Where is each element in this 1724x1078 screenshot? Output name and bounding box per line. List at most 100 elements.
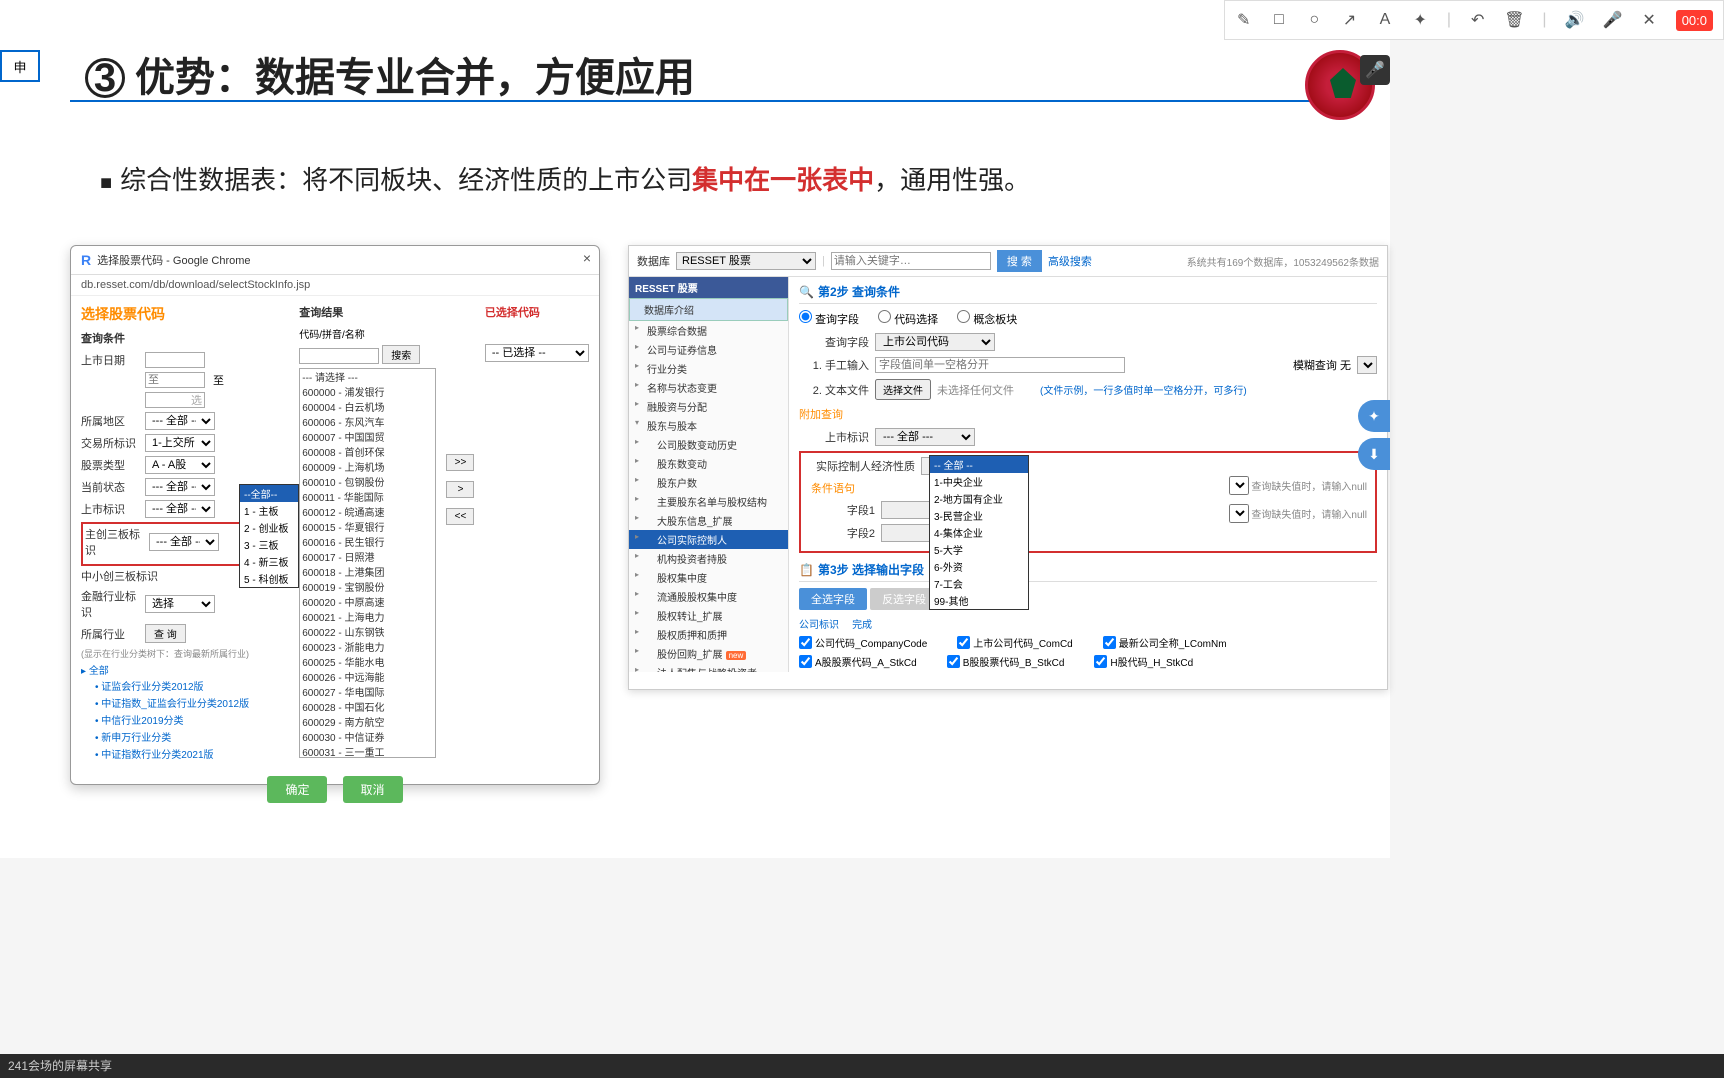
tree-node[interactable]: 股东数变动 — [629, 454, 788, 473]
trash-icon[interactable]: 🗑 — [1504, 10, 1524, 30]
tree-item[interactable]: • 中信行业2019分类 — [81, 711, 289, 728]
square-icon[interactable]: □ — [1270, 10, 1287, 30]
qfield-select[interactable]: 上市公司代码 — [875, 333, 995, 351]
keyword-input[interactable] — [831, 252, 991, 270]
tree-node[interactable]: 股东与股本 — [629, 416, 788, 435]
board-select[interactable]: --- 全部 --- — [149, 533, 219, 551]
ok-button[interactable]: 确定 — [267, 776, 327, 803]
output-checkbox[interactable]: 公司代码_CompanyCode — [799, 635, 927, 650]
mic-muted-icon[interactable]: 🎤 — [1602, 10, 1622, 30]
side-btn-2[interactable]: ⬇ — [1358, 438, 1390, 470]
stock-item[interactable]: 600018 - 上港集团 — [300, 564, 435, 579]
stock-list[interactable]: --- 请选择 ---600000 - 浦发银行600004 - 白云机场600… — [299, 368, 436, 758]
stock-item[interactable]: 600028 - 中国石化 — [300, 699, 435, 714]
stock-item[interactable]: 600016 - 民生银行 — [300, 534, 435, 549]
move-one-button[interactable]: > — [446, 481, 474, 498]
select-all-button[interactable]: 全选字段 — [799, 588, 867, 610]
tree-item[interactable]: • 中证指数_证监会行业分类2012版 — [81, 694, 289, 711]
tree-node[interactable]: 公司与证券信息 — [629, 340, 788, 359]
stock-item[interactable]: 600015 - 华夏银行 — [300, 519, 435, 534]
stock-item[interactable]: 600007 - 中国国贸 — [300, 429, 435, 444]
adv-search-link[interactable]: 高级搜索 — [1048, 253, 1092, 269]
selected-list[interactable]: -- 已选择 -- — [485, 344, 589, 362]
cancel-button[interactable]: 取消 — [343, 776, 403, 803]
nav-tree[interactable]: RESSET 股票 数据库介绍 股票综合数据公司与证券信息行业分类名称与状态变更… — [629, 277, 789, 672]
board-dropdown[interactable]: --全部--1 - 主板2 - 创业板3 - 三板4 - 新三板5 - 科创板 — [239, 484, 299, 588]
tree-node[interactable]: 融股资与分配 — [629, 397, 788, 416]
date-extra[interactable] — [145, 392, 205, 408]
choose-file-button[interactable]: 选择文件 — [875, 379, 931, 400]
tree-item[interactable]: • 证监会行业分类2012版 — [81, 677, 289, 694]
date-from[interactable] — [145, 352, 205, 368]
null2-select[interactable] — [1229, 504, 1249, 523]
list-select[interactable]: --- 全部 --- — [145, 500, 215, 518]
stock-item[interactable]: 600004 - 白云机场 — [300, 399, 435, 414]
stock-item[interactable]: 600025 - 华能水电 — [300, 654, 435, 669]
undo-icon[interactable]: ↶ — [1469, 10, 1486, 30]
stock-item[interactable]: 600019 - 宝钢股份 — [300, 579, 435, 594]
fuzzy-select[interactable] — [1357, 356, 1377, 374]
stock-item[interactable]: 600031 - 三一重工 — [300, 744, 435, 758]
stock-item[interactable]: 600021 - 上海电力 — [300, 609, 435, 624]
output-checkbox[interactable]: B股股票代码_B_StkCd — [947, 654, 1065, 669]
code-input[interactable] — [299, 348, 379, 364]
stock-item[interactable]: 600030 - 中信证券 — [300, 729, 435, 744]
tree-node[interactable]: 法人配售与战略投资者 — [629, 663, 788, 672]
query-button[interactable]: 查 询 — [145, 624, 186, 643]
search-button[interactable]: 搜索 — [382, 345, 420, 364]
stock-item[interactable]: 600011 - 华能国际 — [300, 489, 435, 504]
stock-item[interactable]: 600000 - 浦发银行 — [300, 384, 435, 399]
pen-icon[interactable]: ✎ — [1235, 10, 1252, 30]
stock-item[interactable]: 600027 - 华电国际 — [300, 684, 435, 699]
tree-node[interactable]: 股权质押和质押 — [629, 625, 788, 644]
side-btn-1[interactable]: ✦ — [1358, 400, 1390, 432]
tree-node-selected[interactable]: 公司实际控制人 — [629, 530, 788, 549]
output-checkbox[interactable]: A股股票代码_A_StkCd — [799, 654, 917, 669]
tree-node[interactable]: 行业分类 — [629, 359, 788, 378]
list-flag-select[interactable]: --- 全部 --- — [875, 428, 975, 446]
stock-item[interactable]: 600012 - 皖通高速 — [300, 504, 435, 519]
controller-dropdown[interactable]: -- 全部 --1-中央企业2-地方国有企业3-民营企业4-集体企业5-大学6-… — [929, 455, 1029, 610]
stock-item[interactable]: 600023 - 浙能电力 — [300, 639, 435, 654]
stock-item[interactable]: --- 请选择 --- — [300, 369, 435, 384]
stock-item[interactable]: 600026 - 中远海能 — [300, 669, 435, 684]
date-to[interactable] — [145, 372, 205, 388]
move-right-button[interactable]: >> — [446, 454, 474, 471]
tree-item[interactable]: • 新申万行业分类 — [81, 728, 289, 745]
close-icon[interactable]: ✕ — [1640, 10, 1657, 30]
stock-item[interactable]: 600022 - 山东钢铁 — [300, 624, 435, 639]
tree-node[interactable]: 股权集中度 — [629, 568, 788, 587]
output-checkbox[interactable]: 上市公司代码_ComCd — [957, 635, 1072, 650]
magic-icon[interactable]: ✦ — [1412, 10, 1429, 30]
tree-node[interactable]: 大股东信息_扩展 — [629, 511, 788, 530]
stock-item[interactable]: 600006 - 东风汽车 — [300, 414, 435, 429]
tree-node[interactable]: 主要股东名单与股权结构 — [629, 492, 788, 511]
stock-item[interactable]: 600008 - 首创环保 — [300, 444, 435, 459]
tree-node[interactable]: 名称与状态变更 — [629, 378, 788, 397]
output-checkbox[interactable]: 最新公司全称_LComNm — [1103, 635, 1227, 650]
text-icon[interactable]: A — [1376, 10, 1393, 30]
stock-item[interactable]: 600010 - 包钢股份 — [300, 474, 435, 489]
fin-select[interactable]: 选择 — [145, 595, 215, 613]
search-button[interactable]: 搜 索 — [997, 250, 1042, 272]
move-left-button[interactable]: << — [446, 508, 474, 525]
tree-node[interactable]: 股票综合数据 — [629, 321, 788, 340]
db-select[interactable]: RESSET 股票 — [676, 252, 816, 270]
stock-item[interactable]: 600020 - 中原高速 — [300, 594, 435, 609]
tree-node[interactable]: 流通股股权集中度 — [629, 587, 788, 606]
tree-node[interactable]: 公司股数变动历史 — [629, 435, 788, 454]
close-icon[interactable]: × — [583, 250, 591, 266]
stock-item[interactable]: 600029 - 南方航空 — [300, 714, 435, 729]
exchange-select[interactable]: 1-上交所 — [145, 434, 215, 452]
tree-node[interactable]: 股东户数 — [629, 473, 788, 492]
tree-item[interactable]: • 中证指数行业分类2021版 — [81, 745, 289, 762]
tree-node[interactable]: 股权转让_扩展 — [629, 606, 788, 625]
stock-item[interactable]: 600009 - 上海机场 — [300, 459, 435, 474]
query-mode-radios[interactable]: 查询字段 代码选择 概念板块 — [799, 310, 1377, 327]
tree-node[interactable]: 股份回购_扩展new — [629, 644, 788, 663]
null1-select[interactable] — [1229, 476, 1249, 495]
type-select[interactable]: A - A股 — [145, 456, 215, 474]
tree-node[interactable]: 机构投资者持股 — [629, 549, 788, 568]
speaker-icon[interactable]: 🔊 — [1565, 10, 1585, 30]
arrow-icon[interactable]: ↗ — [1341, 10, 1358, 30]
